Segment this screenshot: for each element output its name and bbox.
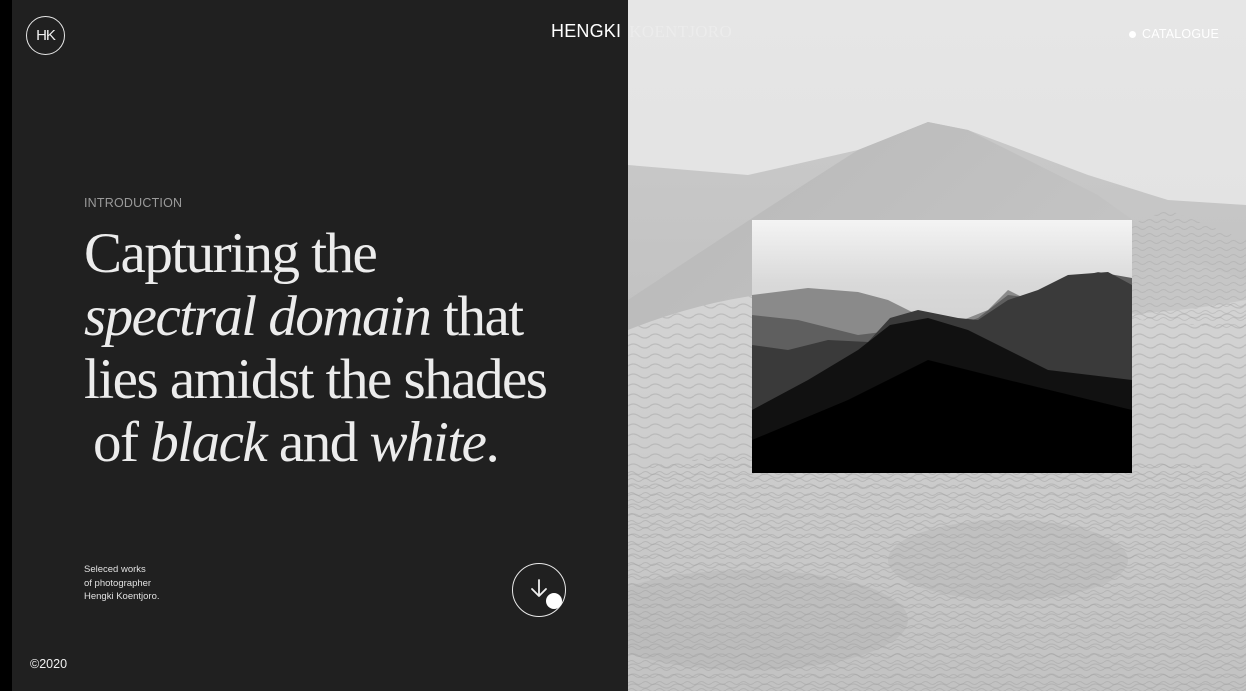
headline-line-4-mid: and bbox=[266, 411, 370, 474]
scroll-down-button[interactable] bbox=[512, 563, 566, 617]
headline: Capturing the spectral domain that lies … bbox=[84, 222, 624, 474]
catalogue-label: CATALOGUE bbox=[1142, 27, 1220, 41]
description-line-3: Hengki Koentjoro. bbox=[84, 591, 160, 602]
headline-line-4-pre: of bbox=[93, 411, 151, 474]
section-label: INTRODUCTION bbox=[84, 196, 183, 210]
logo[interactable]: HK bbox=[26, 16, 65, 55]
headline-italic-white: white bbox=[369, 411, 487, 474]
headline-line-4: of black and white. bbox=[84, 411, 624, 474]
headline-italic-black: black bbox=[150, 411, 267, 474]
brand-first-name: HENGKI bbox=[551, 21, 622, 41]
desert-dune-photo bbox=[628, 0, 1246, 691]
hero-image-panel bbox=[628, 0, 1246, 691]
headline-line-2-rest: that bbox=[430, 285, 524, 348]
headline-italic-spectral: spectral domain bbox=[84, 285, 432, 348]
headline-line-1: Capturing the bbox=[84, 222, 378, 285]
logo-text: HK bbox=[36, 27, 56, 44]
intro-description: Seleced works of photographer Hengki Koe… bbox=[84, 563, 160, 604]
copyright: ©2020 bbox=[30, 657, 68, 671]
brand-title[interactable]: HENGKI KOENTJORO bbox=[551, 20, 732, 43]
cursor-dot bbox=[546, 593, 562, 609]
headline-line-2: spectral domain that bbox=[84, 285, 624, 348]
description-line-1: Seleced works bbox=[84, 564, 146, 575]
bullet-dot-icon bbox=[1129, 30, 1136, 38]
headline-line-3: lies amidst the shades bbox=[84, 348, 548, 411]
headline-line-4-end: . bbox=[485, 411, 499, 474]
mountain-silhouette-photo bbox=[752, 220, 1132, 473]
brand-last-name: KOENTJORO bbox=[629, 22, 733, 41]
description-line-2: of photographer bbox=[84, 577, 152, 589]
page: HK HENGKI KOENTJORO CATALOGUE INTRODUCTIO… bbox=[0, 0, 1246, 691]
catalogue-link[interactable]: CATALOGUE bbox=[1129, 27, 1219, 41]
